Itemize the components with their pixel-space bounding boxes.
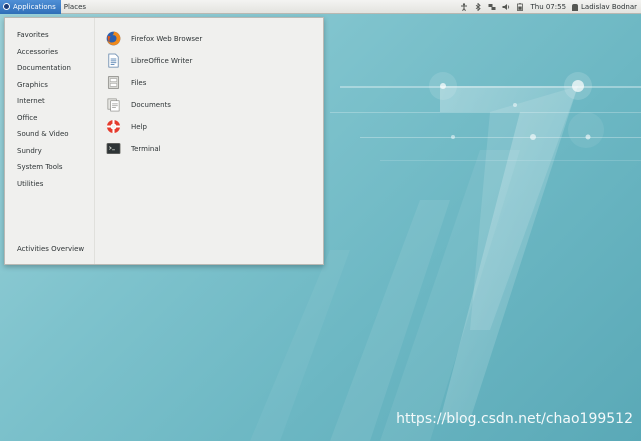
app-label: Firefox Web Browser xyxy=(131,34,203,43)
app-label: Documents xyxy=(131,100,171,109)
category-utilities[interactable]: Utilities xyxy=(17,180,43,188)
accessibility-icon[interactable] xyxy=(460,3,468,11)
firefox-icon xyxy=(106,31,121,46)
app-documents[interactable]: Documents xyxy=(106,97,171,112)
clock[interactable]: Thu 07:55 xyxy=(530,3,566,11)
category-sound-video[interactable]: Sound & Video xyxy=(17,130,69,138)
libreoffice-writer-icon xyxy=(108,53,119,68)
app-label: Help xyxy=(131,122,147,131)
app-firefox[interactable]: Firefox Web Browser xyxy=(106,31,202,46)
help-icon xyxy=(106,119,121,134)
documents-icon xyxy=(107,98,120,112)
app-label: LibreOffice Writer xyxy=(131,56,193,65)
top-bar: Applications Places Thu 07:55 Ladislav B… xyxy=(0,0,641,14)
activities-overview-link[interactable]: Activities Overview xyxy=(17,245,84,253)
category-accessories[interactable]: Accessories xyxy=(17,48,58,56)
category-internet[interactable]: Internet xyxy=(17,97,45,105)
category-sundry[interactable]: Sundry xyxy=(17,147,42,155)
battery-icon[interactable] xyxy=(516,3,524,11)
volume-icon[interactable] xyxy=(502,3,510,11)
applications-label: Applications xyxy=(13,2,56,11)
category-graphics[interactable]: Graphics xyxy=(17,81,48,89)
user-menu[interactable]: Ladislav Bodnar xyxy=(572,3,637,11)
user-name: Ladislav Bodnar xyxy=(581,3,637,11)
system-tray: Thu 07:55 Ladislav Bodnar xyxy=(460,0,637,14)
bluetooth-icon[interactable] xyxy=(474,3,482,11)
category-documentation[interactable]: Documentation xyxy=(17,64,71,72)
places-label: Places xyxy=(63,2,87,11)
app-label: Files xyxy=(131,78,147,87)
places-menu-button[interactable]: Places xyxy=(61,0,91,14)
app-terminal[interactable]: Terminal xyxy=(106,141,161,156)
terminal-icon xyxy=(106,142,121,155)
applications-menu-button[interactable]: Applications xyxy=(0,0,61,14)
app-help[interactable]: Help xyxy=(106,119,147,134)
watermark-text: https://blog.csdn.net/chao199512 xyxy=(396,411,633,427)
files-icon xyxy=(107,76,120,89)
network-icon[interactable] xyxy=(488,3,496,11)
app-libreoffice-writer[interactable]: LibreOffice Writer xyxy=(106,53,192,68)
app-files[interactable]: Files xyxy=(106,75,146,90)
user-icon xyxy=(572,3,579,11)
app-label: Terminal xyxy=(131,144,161,153)
category-office[interactable]: Office xyxy=(17,114,37,122)
category-system-tools[interactable]: System Tools xyxy=(17,163,63,171)
category-list: Favorites Accessories Documentation Grap… xyxy=(5,18,95,264)
applications-menu: Favorites Accessories Documentation Grap… xyxy=(4,17,324,265)
fedora-logo-icon xyxy=(3,3,10,10)
category-favorites[interactable]: Favorites xyxy=(17,31,49,39)
